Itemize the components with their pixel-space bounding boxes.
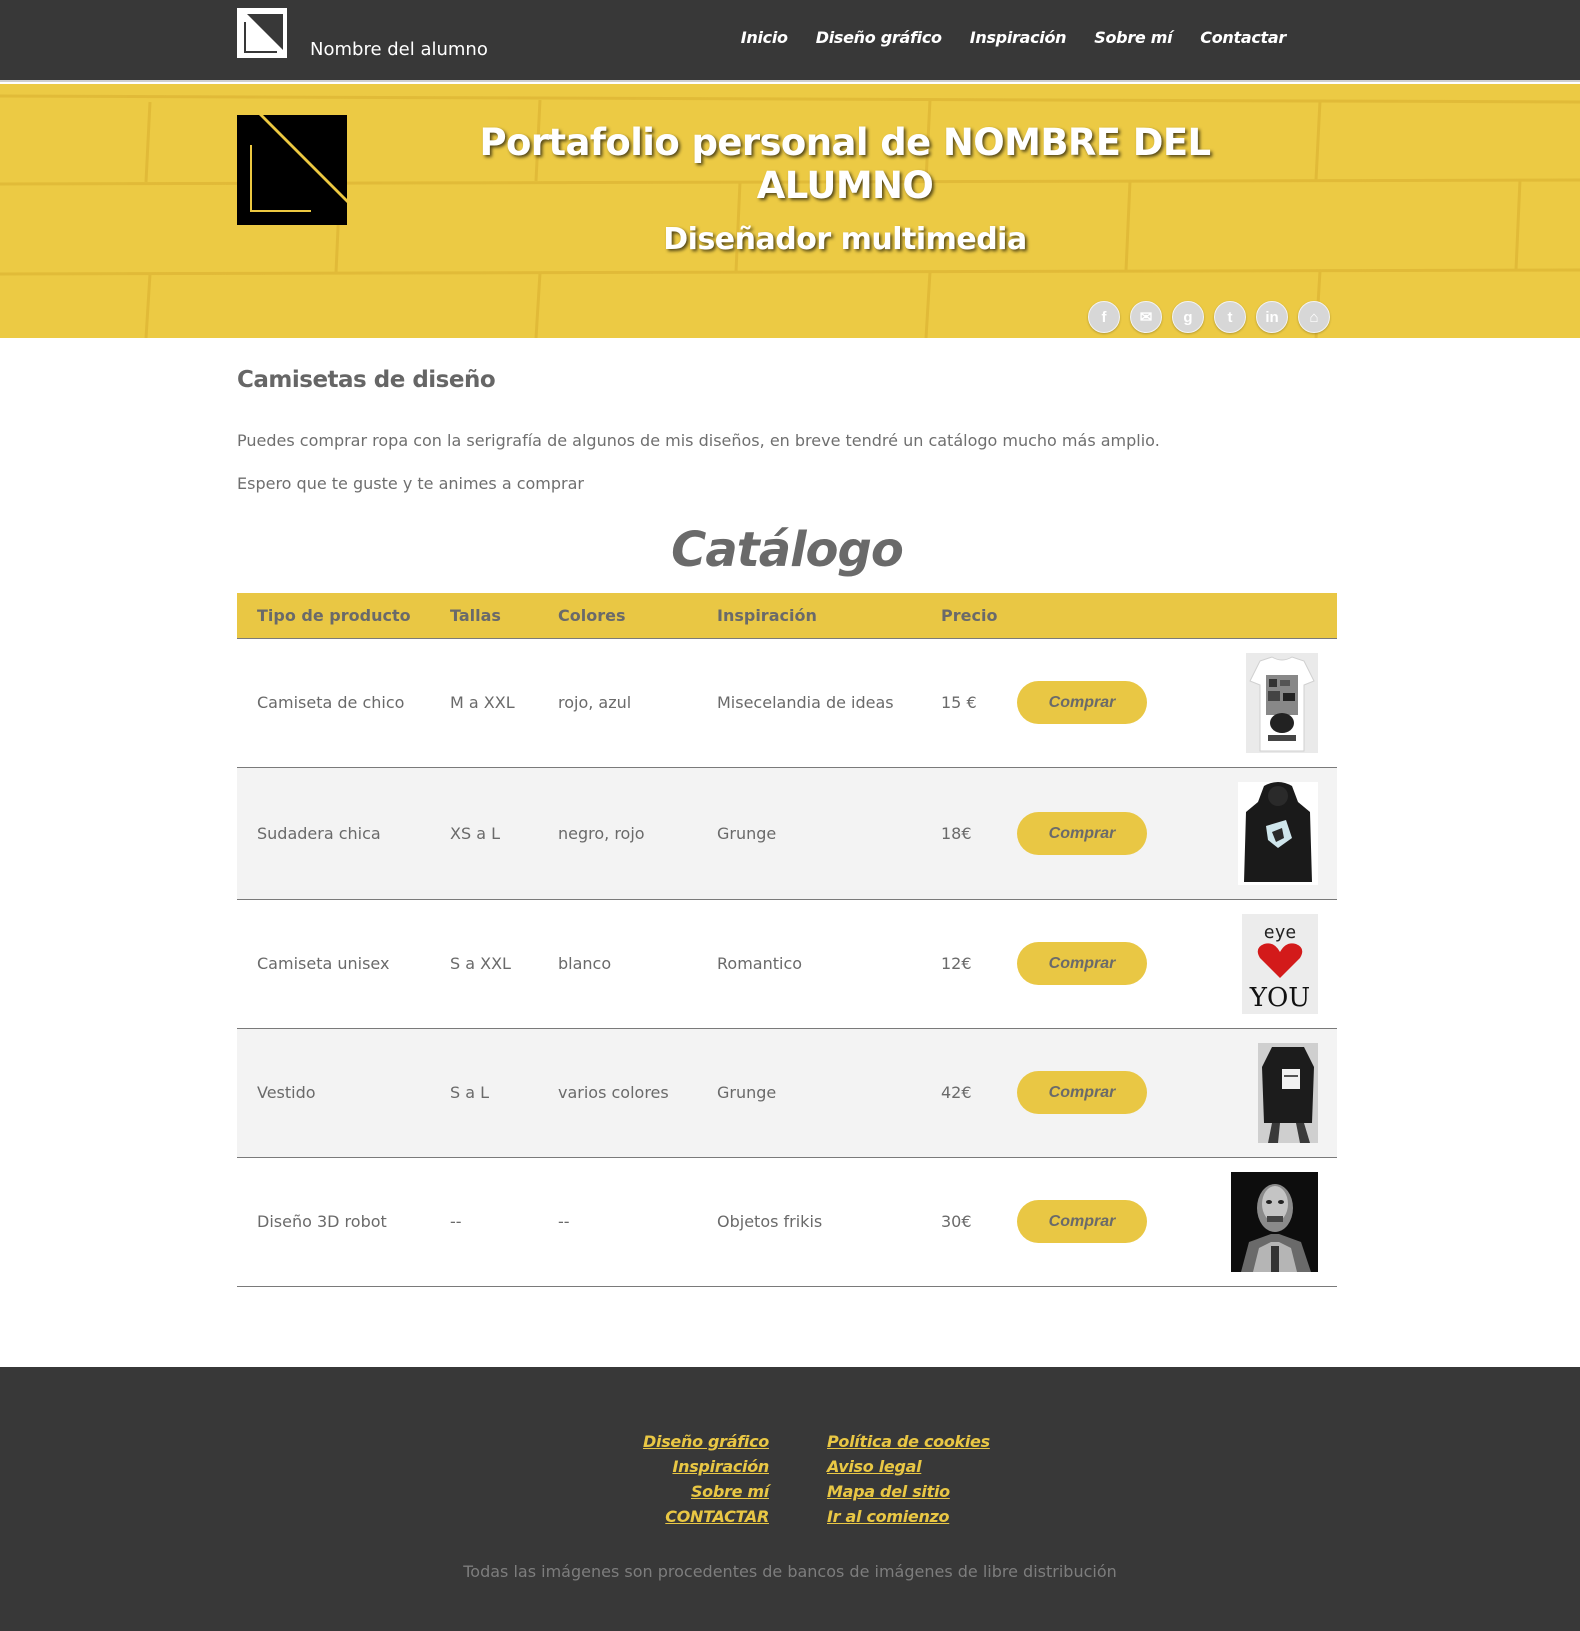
cell-image [1197,1028,1337,1158]
cell-price: 30€ [921,1157,1017,1287]
linkedin-icon[interactable]: in [1256,301,1288,333]
footer-link-sobre-mi[interactable]: Sobre mí [643,1479,769,1504]
eye-heart-you-thumbnail[interactable]: eye YOU [1242,913,1318,1014]
footer: Diseño gráfico Inspiración Sobre mí CONT… [0,1367,1580,1631]
nav-inicio[interactable]: Inicio [741,28,788,47]
cell-type: Diseño 3D robot [237,1157,430,1287]
student-name[interactable]: Nombre del alumno [310,39,488,60]
cell-price: 12€ [921,899,1017,1029]
google-icon[interactable]: g [1172,301,1204,333]
table-row: Camiseta unisex S a XXL blanco Romantico… [237,899,1337,1029]
cell-colors: varios colores [538,1028,697,1158]
cell-colors: blanco [538,899,697,1029]
footer-link-aviso-legal[interactable]: Aviso legal [827,1454,990,1479]
hero-title: Portafolio personal de NOMBRE DEL ALUMNO [479,121,1211,207]
table-row: Diseño 3D robot -- -- Objetos frikis 30€… [237,1157,1337,1287]
cell-buy: Comprar [1017,1028,1197,1158]
cell-sizes: -- [430,1157,538,1287]
top-header: Nombre del alumno Inicio Diseño gráfico … [0,0,1580,82]
cell-price: 18€ [921,767,1017,900]
section-title: Camisetas de diseño [237,367,496,393]
table-row: Sudadera chica XS a L negro, rojo Grunge… [237,767,1337,900]
footer-link-mapa-sitio[interactable]: Mapa del sitio [827,1479,990,1504]
cell-colors: negro, rojo [538,767,697,900]
table-row: Vestido S a L varios colores Grunge 42€ … [237,1028,1337,1158]
cell-sizes: S a L [430,1028,538,1158]
cell-type: Camiseta de chico [237,638,430,768]
cell-colors: -- [538,1157,697,1287]
cell-inspiration: Grunge [697,1028,921,1158]
cell-price: 15 € [921,638,1017,768]
catalog-title: Catálogo [671,522,904,578]
cell-image: eye YOU [1197,899,1337,1029]
header-precio: Precio [921,593,1017,639]
header-tallas: Tallas [430,593,538,639]
table-header-row: Tipo de producto Tallas Colores Inspirac… [237,593,1337,639]
twitter-icon[interactable]: t [1214,301,1246,333]
cell-inspiration: Misecelandia de ideas [697,638,921,768]
footer-link-contactar[interactable]: CONTACTAR [643,1504,769,1529]
nav-contactar[interactable]: Contactar [1200,28,1286,47]
brand-logo[interactable] [237,8,287,58]
footer-note: Todas las imágenes son procedentes de ba… [463,1562,1117,1581]
thumb-eye-text: eye [1264,922,1297,943]
buy-button[interactable]: Comprar [1017,942,1147,985]
cell-type: Camiseta unisex [237,899,430,1029]
header-inspiracion: Inspiración [697,593,921,639]
robot-3d-thumbnail[interactable] [1231,1171,1318,1272]
buy-button[interactable]: Comprar [1017,1071,1147,1114]
cell-buy: Comprar [1017,1157,1197,1287]
nav-diseno-grafico[interactable]: Diseño gráfico [816,28,942,47]
footer-links-right: Política de cookies Aviso legal Mapa del… [827,1429,990,1529]
cell-sizes: M a XXL [430,638,538,768]
header-empty-buy [1017,593,1197,639]
footer-link-ir-comienzo[interactable]: Ir al comienzo [827,1504,990,1529]
footer-link-inspiracion[interactable]: Inspiración [643,1454,769,1479]
cell-inspiration: Romantico [697,899,921,1029]
cell-buy: Comprar [1017,899,1197,1029]
footer-link-diseno-grafico[interactable]: Diseño gráfico [643,1429,769,1454]
cell-buy: Comprar [1017,638,1197,768]
black-hoodie-thumbnail[interactable] [1238,781,1318,885]
header-empty-image [1197,593,1337,639]
white-tshirt-thumbnail[interactable] [1246,652,1318,753]
nav-inspiracion[interactable]: Inspiración [970,28,1067,47]
thumb-you-text: YOU [1249,983,1310,1013]
cell-inspiration: Grunge [697,767,921,900]
email-icon[interactable]: ✉ [1130,301,1162,333]
main-nav: Inicio Diseño gráfico Inspiración Sobre … [713,28,1287,47]
buy-button[interactable]: Comprar [1017,1200,1147,1243]
nav-sobre-mi[interactable]: Sobre mí [1094,28,1172,47]
cell-sizes: S a XXL [430,899,538,1029]
buy-button[interactable]: Comprar [1017,811,1147,855]
buy-button[interactable]: Comprar [1017,681,1147,724]
cell-image [1197,638,1337,768]
cell-inspiration: Objetos frikis [697,1157,921,1287]
header-colores: Colores [538,593,697,639]
intro-paragraph-2: Espero que te guste y te animes a compra… [237,474,584,493]
cell-sizes: XS a L [430,767,538,900]
footer-links-left: Diseño gráfico Inspiración Sobre mí CONT… [643,1429,769,1529]
table-row: Camiseta de chico M a XXL rojo, azul Mis… [237,638,1337,768]
intro-paragraph-1: Puedes comprar ropa con la serigrafía de… [237,431,1160,450]
hero-banner: Portafolio personal de NOMBRE DEL ALUMNO… [0,84,1580,338]
cell-type: Vestido [237,1028,430,1158]
hero-logo [237,115,347,225]
cell-buy: Comprar [1017,767,1197,900]
cell-image [1197,767,1337,900]
black-dress-thumbnail[interactable] [1258,1042,1318,1143]
cell-image [1197,1157,1337,1287]
header-tipo-producto: Tipo de producto [237,593,430,639]
github-icon[interactable]: ⌂ [1298,301,1330,333]
footer-link-politica-cookies[interactable]: Política de cookies [827,1429,990,1454]
cell-colors: rojo, azul [538,638,697,768]
social-links: f ✉ g t in ⌂ [1088,301,1330,333]
hero-subtitle: Diseñador multimedia [663,222,1027,257]
catalog-table: Tipo de producto Tallas Colores Inspirac… [237,593,1337,1287]
cell-type: Sudadera chica [237,767,430,900]
facebook-icon[interactable]: f [1088,301,1120,333]
cell-price: 42€ [921,1028,1017,1158]
